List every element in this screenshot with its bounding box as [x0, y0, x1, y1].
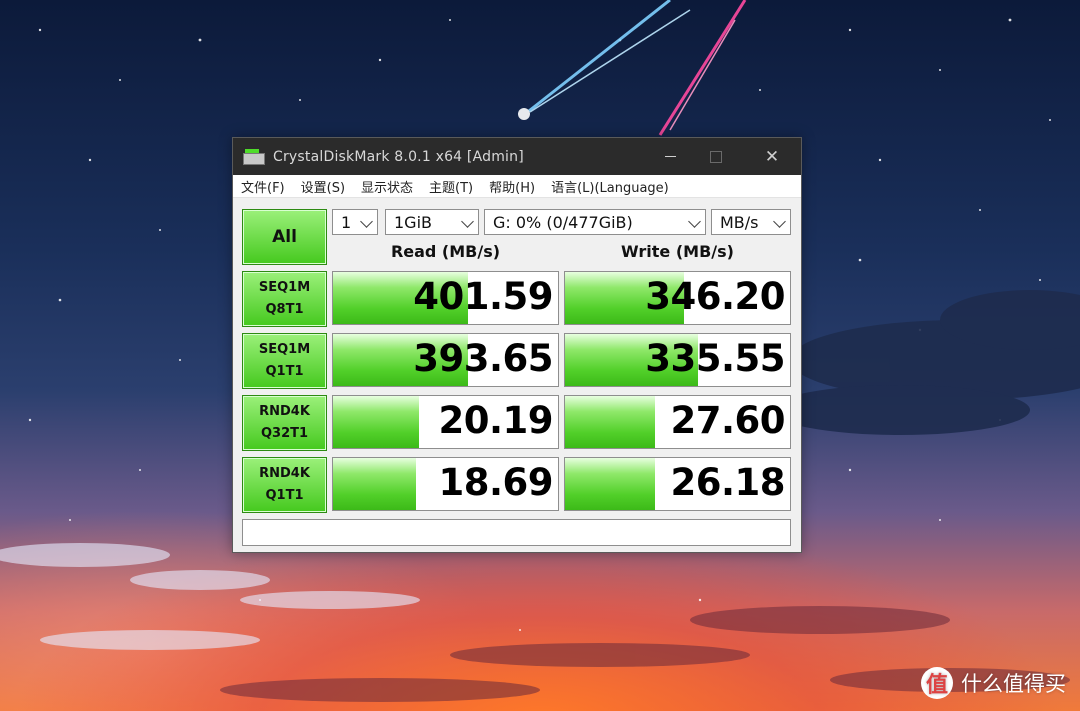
menu-settings[interactable]: 设置(S) [301, 177, 345, 196]
read-value: 393.65 [413, 337, 553, 380]
menu-file[interactable]: 文件(F) [241, 177, 285, 196]
read-value: 18.69 [438, 461, 553, 504]
read-result-seq1m-q8t1: 401.59 [332, 271, 559, 325]
benchmark-panel: All 1 1GiB G: 0% (0/477GiB) MB/s Read (M… [233, 198, 801, 552]
read-result-rnd4k-q1t1: 18.69 [332, 457, 559, 511]
write-result-rnd4k-q1t1: 26.18 [564, 457, 791, 511]
unit-value: MB/s [720, 212, 759, 232]
test-name-line1: SEQ1M [258, 280, 311, 295]
write-column-header: Write (MB/s) [621, 242, 734, 261]
window-title: CrystalDiskMark 8.0.1 x64 [Admin] [273, 148, 524, 165]
title-bar[interactable]: CrystalDiskMark 8.0.1 x64 [Admin] ✕ [233, 138, 801, 175]
write-bar [565, 458, 655, 510]
comment-field[interactable] [242, 519, 791, 546]
menu-theme[interactable]: 主题(T) [429, 177, 473, 196]
seq1m-q1t1-button[interactable]: SEQ1M Q1T1 [242, 333, 327, 389]
close-button[interactable]: ✕ [749, 138, 795, 175]
test-name-line1: RND4K [259, 466, 310, 481]
write-value: 26.18 [670, 461, 785, 504]
drive-select[interactable]: G: 0% (0/477GiB) [484, 209, 706, 235]
maximize-icon [710, 150, 722, 163]
maximize-button[interactable] [693, 138, 739, 175]
test-name-line2: Q8T1 [265, 302, 304, 317]
run-all-button[interactable]: All [242, 209, 327, 265]
write-value: 335.55 [645, 337, 785, 380]
chevron-down-icon [360, 215, 373, 228]
chevron-down-icon [773, 215, 786, 228]
close-icon: ✕ [764, 146, 780, 167]
run-all-label: All [272, 227, 297, 247]
read-value: 20.19 [438, 399, 553, 442]
write-result-seq1m-q1t1: 335.55 [564, 333, 791, 387]
write-result-rnd4k-q32t1: 27.60 [564, 395, 791, 449]
test-name-line2: Q32T1 [260, 426, 309, 441]
test-name-line1: SEQ1M [258, 342, 311, 357]
menu-help[interactable]: 帮助(H) [489, 177, 535, 196]
read-result-seq1m-q1t1: 393.65 [332, 333, 559, 387]
watermark: 值 什么值得买 [921, 667, 1066, 699]
chevron-down-icon [461, 215, 474, 228]
write-result-seq1m-q8t1: 346.20 [564, 271, 791, 325]
seq1m-q8t1-button[interactable]: SEQ1M Q8T1 [242, 271, 327, 327]
rnd4k-q1t1-button[interactable]: RND4K Q1T1 [242, 457, 327, 513]
read-column-header: Read (MB/s) [390, 242, 501, 261]
crystaldiskmark-icon [243, 148, 265, 165]
read-value: 401.59 [413, 275, 553, 318]
read-result-rnd4k-q32t1: 20.19 [332, 395, 559, 449]
minimize-icon [664, 156, 676, 157]
watermark-text: 什么值得买 [961, 672, 1066, 696]
write-value: 346.20 [645, 275, 785, 318]
test-name-line2: Q1T1 [265, 488, 304, 503]
chevron-down-icon [688, 215, 701, 228]
write-bar [565, 396, 655, 448]
test-count-value: 1 [341, 212, 352, 232]
read-bar [333, 458, 417, 510]
unit-select[interactable]: MB/s [711, 209, 791, 235]
test-name-line1: RND4K [259, 404, 310, 419]
write-value: 27.60 [670, 399, 785, 442]
menu-bar: 文件(F) 设置(S) 显示状态 主题(T) 帮助(H) 语言(L)(Langu… [233, 175, 801, 198]
app-window: CrystalDiskMark 8.0.1 x64 [Admin] ✕ 文件(F… [232, 137, 802, 553]
drive-value: G: 0% (0/477GiB) [493, 212, 633, 232]
menu-language[interactable]: 语言(L)(Language) [551, 177, 669, 196]
test-count-select[interactable]: 1 [332, 209, 378, 235]
rnd4k-q32t1-button[interactable]: RND4K Q32T1 [242, 395, 327, 451]
minimize-button[interactable] [647, 138, 693, 175]
test-size-value: 1GiB [394, 212, 432, 232]
menu-display-status[interactable]: 显示状态 [361, 177, 413, 196]
read-bar [333, 396, 419, 448]
test-name-line2: Q1T1 [265, 364, 304, 379]
smzdm-logo: 值 [921, 667, 953, 699]
test-size-select[interactable]: 1GiB [385, 209, 479, 235]
